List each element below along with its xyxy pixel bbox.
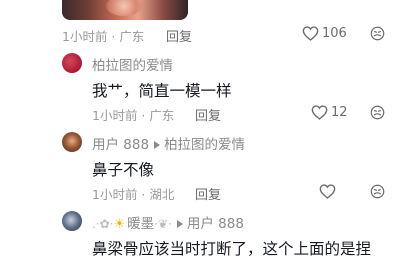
reply-to-username[interactable]: 用户 888 — [187, 216, 244, 232]
reply-header: .·✿·☀ 暖墨·❦· 用户 888 — [92, 212, 244, 232]
comment-meta: 1小时前 · 湖北 — [92, 187, 175, 202]
reply-arrow-icon — [176, 219, 183, 228]
reply-button[interactable]: 回复 — [195, 105, 221, 124]
comment-text: 鼻梁骨应该当时打断了，这个上面的是捏 — [92, 240, 372, 257]
reply-button[interactable]: 回复 — [166, 26, 192, 45]
dislike-icon[interactable] — [370, 105, 385, 120]
comment-text: 鼻子不像 — [92, 161, 155, 179]
avatar[interactable] — [62, 53, 82, 73]
heart-icon[interactable] — [319, 184, 336, 199]
like-count: 12 — [331, 105, 348, 120]
reply-to-username[interactable]: 柏拉图的爱情 — [164, 137, 245, 153]
reply-header: 用户 888 柏拉图的爱情 — [92, 133, 245, 153]
username[interactable]: 暖墨 — [127, 216, 154, 232]
dislike-icon[interactable] — [370, 184, 385, 199]
comment-meta: 1小时前 · 广东 — [92, 108, 175, 123]
heart-decor-icon: ·❦· — [154, 217, 172, 231]
reply-button[interactable]: 回复 — [195, 184, 221, 203]
comment-meta: 1小时前 · 广东 — [62, 29, 145, 44]
username[interactable]: 柏拉图的爱情 — [92, 54, 173, 74]
comment-text: 我艹，简直一模一样 — [92, 82, 232, 100]
avatar[interactable] — [62, 132, 82, 152]
like-count: 106 — [322, 26, 347, 41]
avatar[interactable] — [62, 211, 82, 231]
sun-icon: ☀ — [113, 217, 126, 232]
heart-icon[interactable] — [311, 105, 328, 120]
dislike-icon[interactable] — [370, 26, 385, 41]
comment-image-thumbnail[interactable] — [62, 0, 188, 20]
username[interactable]: 用户 888 — [92, 137, 149, 153]
reply-arrow-icon — [154, 140, 161, 149]
sparkle-icon: .·✿· — [92, 217, 114, 231]
heart-icon[interactable] — [302, 26, 319, 41]
